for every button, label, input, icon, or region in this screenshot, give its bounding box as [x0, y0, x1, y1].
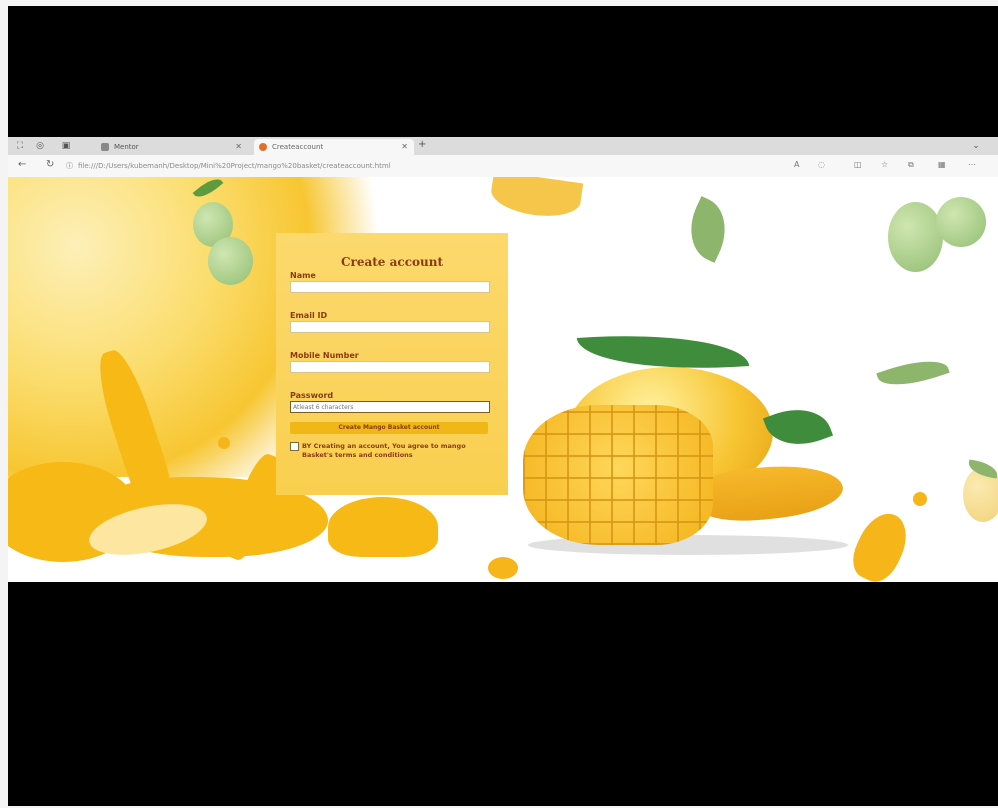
- new-tab-button[interactable]: +: [418, 139, 426, 150]
- juice-drop: [845, 505, 916, 582]
- juice-splash: [328, 497, 438, 557]
- address-bar: ← ↻ ⓘ file:///D:/Users/kubemanh/Desktop/…: [8, 155, 998, 178]
- name-label: Name: [290, 271, 316, 280]
- mango-leaf-image: [762, 397, 834, 457]
- browser-window: ⛶ ◎ ▣ Mentor ✕ Createaccount ✕ + ⌄ ← ↻ ⓘ…: [8, 137, 998, 582]
- green-mango-image: [888, 202, 943, 272]
- juice-drop: [913, 492, 927, 506]
- mobile-input[interactable]: [290, 361, 490, 373]
- leaf-image: [678, 196, 738, 263]
- tab-favicon-icon: [259, 143, 267, 151]
- more-options-icon[interactable]: ⋯: [968, 160, 976, 169]
- email-label: Email ID: [290, 311, 328, 320]
- mango-slice-image: [488, 177, 584, 222]
- terms-checkbox[interactable]: [290, 442, 299, 451]
- tab-mentor[interactable]: Mentor ✕: [96, 139, 248, 155]
- refresh-icon[interactable]: ↻: [46, 159, 54, 170]
- terms-row: BY Creating an account, You agree to man…: [290, 442, 494, 460]
- back-arrow-icon[interactable]: ←: [18, 159, 26, 170]
- green-mango-image: [208, 237, 253, 285]
- tab-title: Createaccount: [272, 143, 324, 151]
- juice-drop: [218, 437, 230, 449]
- juice-drop: [488, 557, 518, 579]
- extension-puzzle-icon[interactable]: ▦: [938, 160, 946, 169]
- page-content: Create account Name Email ID Mobile Numb…: [8, 177, 998, 582]
- name-input[interactable]: [290, 281, 490, 293]
- tab-createaccount[interactable]: Createaccount ✕: [254, 139, 414, 155]
- password-input[interactable]: [290, 401, 490, 413]
- cubed-mango-image: [523, 405, 713, 545]
- green-mango-image: [936, 197, 986, 247]
- tab-title: Mentor: [114, 143, 139, 151]
- profile-icon[interactable]: ⛶: [12, 139, 28, 153]
- letterbox-bottom: [8, 582, 998, 806]
- create-account-form: Create account Name Email ID Mobile Numb…: [276, 233, 508, 495]
- split-screen-icon[interactable]: ◫: [854, 160, 862, 169]
- tab-strip: ⛶ ◎ ▣ Mentor ✕ Createaccount ✕ + ⌄: [8, 137, 998, 155]
- leaf-image: [876, 351, 950, 395]
- extensions-icon[interactable]: ◌: [818, 160, 825, 169]
- password-label: Password: [290, 391, 334, 400]
- form-title: Create account: [340, 255, 444, 269]
- letterbox-top: [8, 6, 998, 137]
- tab-favicon-icon: [101, 143, 109, 151]
- info-icon: ⓘ: [66, 162, 73, 170]
- terms-text: BY Creating an account, You agree to man…: [302, 442, 466, 459]
- chevron-down-icon[interactable]: ⌄: [968, 139, 984, 153]
- workspaces-icon[interactable]: ◎: [32, 139, 48, 153]
- close-tab-icon[interactable]: ✕: [235, 139, 242, 155]
- url-field[interactable]: file:///D:/Users/kubemanh/Desktop/Mini%2…: [78, 159, 778, 173]
- favorites-icon[interactable]: ☆: [881, 160, 888, 169]
- collections-icon[interactable]: ▣: [58, 139, 74, 153]
- email-input[interactable]: [290, 321, 490, 333]
- mobile-label: Mobile Number: [290, 351, 359, 360]
- create-account-button[interactable]: Create Mango Basket account: [290, 422, 488, 434]
- collections-toolbar-icon[interactable]: ⧉: [908, 160, 914, 170]
- read-aloud-icon[interactable]: A: [794, 160, 799, 169]
- close-tab-icon[interactable]: ✕: [401, 139, 408, 155]
